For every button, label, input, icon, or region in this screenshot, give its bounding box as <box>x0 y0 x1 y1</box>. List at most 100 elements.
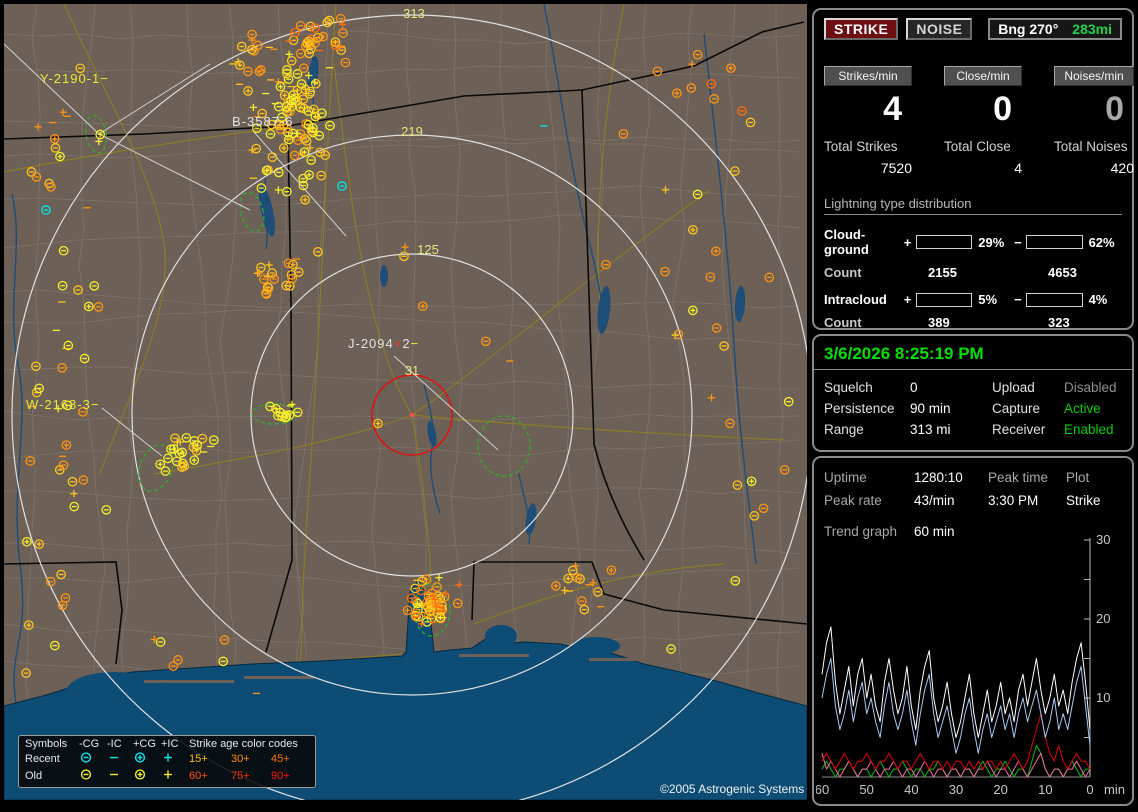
ic-negative-bar <box>1026 293 1083 307</box>
barrier-island <box>589 658 649 661</box>
icp-symbol-icon <box>161 751 175 764</box>
icp-symbol-icon <box>161 768 175 781</box>
peak-rate-value: 43/min <box>914 493 988 508</box>
legend-row-label: Recent <box>25 753 79 766</box>
status-label: Capture <box>992 401 1064 416</box>
range-ring-label: 31 <box>405 363 419 378</box>
status-label: Range <box>824 422 910 437</box>
legend-header: -CG <box>79 738 107 751</box>
peak-time-label: Peak time <box>988 470 1066 485</box>
legend-header: +CG <box>133 738 161 751</box>
trend-panel: Uptime 1280:10 Peak time Plot Peak rate … <box>812 456 1134 806</box>
cloud-ground-row: Cloud-ground + 29% − 62% <box>824 227 1122 257</box>
cloud-ground-label: Cloud-ground <box>824 227 901 257</box>
status-value: Disabled <box>1064 380 1122 395</box>
ic-positive-percent: 5% <box>974 292 1011 307</box>
age-code: 45+ <box>271 753 309 766</box>
cgp-symbol-icon <box>133 768 147 781</box>
strikes-per-min-header: Strikes/min <box>824 66 912 86</box>
status-grid: Squelch0UploadDisabledPersistence90 minC… <box>814 370 1132 437</box>
x-axis-unit: min <box>1104 782 1125 797</box>
trend-chart: 1020306050403020100min <box>816 534 1134 800</box>
age-code: 15+ <box>189 753 231 766</box>
uptime-grid: Uptime 1280:10 Peak time Plot Peak rate … <box>814 464 1132 539</box>
ic-negative-count: 323 <box>1048 315 1070 330</box>
ic-positive-count: 389 <box>928 315 1048 330</box>
status-value: Enabled <box>1064 422 1122 437</box>
range-ring-label: 219 <box>401 124 423 139</box>
close-per-min-header: Close/min <box>944 66 1022 86</box>
x-tick-label: 40 <box>904 782 918 797</box>
station-center-marker <box>410 413 414 417</box>
bearing-label: Bng 270° <box>998 21 1058 37</box>
icm-symbol-icon <box>107 751 121 764</box>
total-close-value: 4 <box>944 160 1022 176</box>
barrier-island <box>144 680 234 683</box>
bearing-distance: 283mi <box>1072 21 1112 37</box>
cg-count-label: Count <box>824 265 928 280</box>
age-code: 75+ <box>231 770 271 783</box>
icm-symbol-icon <box>107 768 121 781</box>
storm-cell-label: B-3587-6 <box>232 114 293 129</box>
noises-per-min-header: Noises/min <box>1054 66 1134 86</box>
x-tick-label: 0 <box>1086 782 1093 797</box>
distribution-title: Lightning type distribution <box>824 196 1122 215</box>
storm-cell-label: J-2094+2− <box>348 336 419 351</box>
y-tick-label: 20 <box>1096 611 1110 626</box>
intracloud-row: Intracloud + 5% − 4% <box>824 292 1122 307</box>
x-tick-label: 20 <box>993 782 1007 797</box>
lake <box>380 265 388 287</box>
x-tick-label: 50 <box>859 782 873 797</box>
status-label: Upload <box>992 380 1064 395</box>
storm-cell-label: W-2168-3− <box>26 397 99 412</box>
storm-cell-label: Y-2190-1− <box>40 71 109 86</box>
close-per-min-value: 0 <box>944 90 1022 129</box>
map-legend: Symbols-CG-IC+CG+ICStrike age color code… <box>18 735 316 788</box>
ic-positive-bar <box>916 293 973 307</box>
cgm-symbol-icon <box>79 751 93 764</box>
total-strikes-value: 7520 <box>824 160 912 176</box>
plot-label: Plot <box>1066 470 1122 485</box>
datetime-display: 3/6/2026 8:25:19 PM <box>814 340 1132 370</box>
status-label: Squelch <box>824 380 910 395</box>
y-tick-label: 10 <box>1096 690 1110 705</box>
x-tick-label: 10 <box>1038 782 1052 797</box>
barrier-island <box>459 654 529 657</box>
map-canvas[interactable]: 31321912531Y-2190-1−B-3587-6J-2094+2−W-2… <box>4 4 807 800</box>
status-value: 313 mi <box>910 422 992 437</box>
age-code: 30+ <box>231 753 271 766</box>
age-code: 90+ <box>271 770 309 783</box>
legend-header: +IC <box>161 738 189 751</box>
age-code: 60+ <box>189 770 231 783</box>
cg-negative-bar <box>1026 235 1083 249</box>
series--CG <box>822 659 1090 754</box>
plot-value: Strike <box>1066 493 1122 508</box>
cgm-symbol-icon <box>79 768 93 781</box>
status-value: 90 min <box>910 401 992 416</box>
legend-header: -IC <box>107 738 133 751</box>
strike-toggle-button[interactable]: STRIKE <box>824 18 898 40</box>
pensacola-bay <box>485 625 517 647</box>
total-close-label: Total Close <box>944 139 1022 154</box>
bearing-readout: Bng 270° 283mi <box>988 18 1122 40</box>
uptime-label: Uptime <box>824 470 914 485</box>
noises-per-min-value: 0 <box>1054 90 1134 129</box>
uptime-value: 1280:10 <box>914 470 988 485</box>
lightning-map[interactable]: 31321912531Y-2190-1−B-3587-6J-2094+2−W-2… <box>4 4 807 800</box>
lake-pontchartrain <box>66 672 162 712</box>
total-noises-label: Total Noises <box>1054 139 1134 154</box>
legend-row-label: Old <box>25 770 79 783</box>
status-label: Receiver <box>992 422 1064 437</box>
range-ring-label: 313 <box>403 6 425 21</box>
intracloud-label: Intracloud <box>824 292 901 307</box>
x-tick-label: 60 <box>816 782 829 797</box>
peak-time-value: 3:30 PM <box>988 493 1066 508</box>
cg-positive-count: 2155 <box>928 265 1048 280</box>
ic-negative-percent: 4% <box>1085 292 1122 307</box>
peak-rate-label: Peak rate <box>824 493 914 508</box>
cgp-symbol-icon <box>133 751 147 764</box>
noise-toggle-button[interactable]: NOISE <box>906 18 972 40</box>
cg-negative-count: 4653 <box>1048 265 1077 280</box>
barrier-island <box>244 676 314 679</box>
copyright-text: ©2005 Astrogenic Systems <box>660 782 804 796</box>
